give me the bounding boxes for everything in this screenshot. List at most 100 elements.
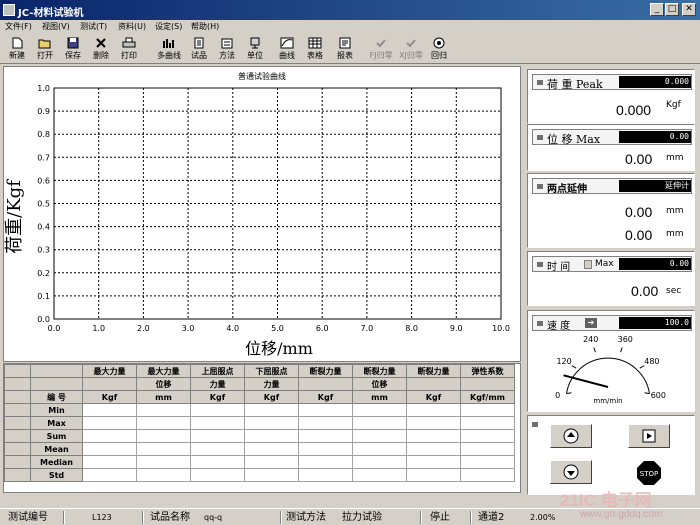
save-button[interactable]: 保存 bbox=[60, 36, 86, 62]
data-cell[interactable] bbox=[460, 403, 515, 417]
column-header[interactable]: 断裂力量 bbox=[352, 364, 407, 378]
data-cell[interactable] bbox=[298, 429, 353, 443]
open-button[interactable]: 打开 bbox=[32, 36, 58, 62]
data-cell[interactable] bbox=[190, 429, 245, 443]
data-cell[interactable] bbox=[244, 442, 299, 456]
data-cell[interactable] bbox=[190, 403, 245, 417]
column-header[interactable]: 断裂力量 bbox=[406, 364, 461, 378]
data-cell[interactable] bbox=[244, 403, 299, 417]
menu-view[interactable]: 视图(V) bbox=[42, 21, 70, 32]
data-cell[interactable] bbox=[136, 468, 191, 482]
print-button[interactable]: 打印 bbox=[116, 36, 142, 62]
extensometer-box[interactable]: 延伸计 bbox=[619, 180, 691, 192]
specimen-button[interactable]: 试品 bbox=[186, 36, 212, 62]
data-cell[interactable] bbox=[406, 416, 461, 430]
move-down-button[interactable] bbox=[550, 460, 592, 484]
data-cell[interactable] bbox=[244, 455, 299, 469]
specimen-label: 试品名称 bbox=[150, 512, 190, 523]
data-cell[interactable] bbox=[406, 442, 461, 456]
peak-panel: 荷 重 Peak 0.000 0.000 Kgf bbox=[527, 69, 695, 124]
column-header[interactable]: 最大力量 bbox=[82, 364, 137, 378]
column-header[interactable]: 弹性系数 bbox=[460, 364, 515, 378]
data-cell[interactable] bbox=[352, 416, 407, 430]
play-button[interactable] bbox=[628, 424, 670, 448]
multi-curve-button[interactable]: 多曲线 bbox=[152, 36, 186, 62]
data-cell[interactable] bbox=[244, 429, 299, 443]
column-header[interactable]: 断裂力量 bbox=[298, 364, 353, 378]
data-cell[interactable] bbox=[190, 442, 245, 456]
data-cell[interactable] bbox=[82, 403, 137, 417]
row-selector[interactable] bbox=[4, 429, 31, 443]
table-row: Sum bbox=[4, 429, 515, 443]
data-cell[interactable] bbox=[406, 455, 461, 469]
table-button[interactable]: 表格 bbox=[302, 36, 328, 62]
curve-button[interactable]: 曲线 bbox=[274, 36, 300, 62]
data-cell[interactable] bbox=[352, 455, 407, 469]
menu-data[interactable]: 资料(U) bbox=[118, 21, 146, 32]
data-cell[interactable] bbox=[82, 429, 137, 443]
data-cell[interactable] bbox=[352, 403, 407, 417]
move-up-button[interactable] bbox=[550, 424, 592, 448]
data-cell[interactable] bbox=[460, 442, 515, 456]
svg-text:STOP: STOP bbox=[640, 470, 658, 478]
data-cell[interactable] bbox=[352, 468, 407, 482]
data-cell[interactable] bbox=[352, 442, 407, 456]
stop-button[interactable]: STOP bbox=[636, 460, 662, 486]
time-mode-toggle[interactable] bbox=[584, 260, 592, 269]
data-cell[interactable] bbox=[460, 429, 515, 443]
row-selector[interactable] bbox=[4, 468, 31, 482]
data-cell[interactable] bbox=[460, 455, 515, 469]
data-cell[interactable] bbox=[136, 442, 191, 456]
data-cell[interactable] bbox=[244, 468, 299, 482]
data-cell[interactable] bbox=[298, 416, 353, 430]
menu-test[interactable]: 测试(T) bbox=[80, 21, 107, 32]
data-cell[interactable] bbox=[136, 429, 191, 443]
close-button[interactable]: ✕ bbox=[682, 3, 696, 16]
data-cell[interactable] bbox=[298, 455, 353, 469]
row-selector[interactable] bbox=[4, 416, 31, 430]
menu-help[interactable]: 帮助(H) bbox=[191, 21, 219, 32]
maximize-button[interactable]: □ bbox=[665, 3, 679, 16]
data-cell[interactable] bbox=[298, 403, 353, 417]
data-cell[interactable] bbox=[82, 468, 137, 482]
menu-file[interactable]: 文件(F) bbox=[5, 21, 32, 32]
speed-box[interactable]: 100.0 bbox=[619, 317, 691, 329]
data-cell[interactable] bbox=[406, 468, 461, 482]
data-cell[interactable] bbox=[190, 455, 245, 469]
data-cell[interactable] bbox=[82, 455, 137, 469]
data-cell[interactable] bbox=[244, 416, 299, 430]
unit-button[interactable]: 单位 bbox=[242, 36, 268, 62]
disp-zero-button[interactable]: XJ归零 bbox=[396, 36, 426, 62]
data-cell[interactable] bbox=[136, 455, 191, 469]
data-cell[interactable] bbox=[190, 416, 245, 430]
force-zero-button[interactable]: FJ归零 bbox=[366, 36, 396, 62]
data-cell[interactable] bbox=[460, 468, 515, 482]
menu-settings[interactable]: 设定(S) bbox=[155, 21, 182, 32]
data-cell[interactable] bbox=[352, 429, 407, 443]
delete-button[interactable]: 删除 bbox=[88, 36, 114, 62]
data-cell[interactable] bbox=[406, 403, 461, 417]
data-cell[interactable] bbox=[406, 429, 461, 443]
data-cell[interactable] bbox=[136, 403, 191, 417]
speed-arrow-icon[interactable]: ➔ bbox=[585, 318, 597, 328]
data-cell[interactable] bbox=[82, 416, 137, 430]
curve-chart[interactable]: 普通试验曲线 0.0 1.0 2.0 3.0 4.0 5.0 6.0 7.0 8.0 9.0 10.… bbox=[4, 67, 520, 361]
row-selector[interactable] bbox=[4, 455, 31, 469]
data-cell[interactable] bbox=[190, 468, 245, 482]
column-header[interactable]: 下屈服点 bbox=[244, 364, 299, 378]
column-header[interactable]: 最大力量 bbox=[136, 364, 191, 378]
method-button[interactable]: 方法 bbox=[214, 36, 240, 62]
data-cell[interactable] bbox=[136, 416, 191, 430]
row-selector[interactable] bbox=[4, 442, 31, 456]
row-selector[interactable] bbox=[4, 403, 31, 417]
report-button[interactable]: 报表 bbox=[332, 36, 358, 62]
column-header[interactable]: 上屈服点 bbox=[190, 364, 245, 378]
return-button[interactable]: 回归 bbox=[426, 36, 452, 62]
data-cell[interactable] bbox=[82, 442, 137, 456]
minimize-button[interactable]: _ bbox=[650, 3, 664, 16]
data-cell[interactable] bbox=[298, 468, 353, 482]
data-cell[interactable] bbox=[298, 442, 353, 456]
data-cell[interactable] bbox=[460, 416, 515, 430]
gauge-tick bbox=[566, 392, 572, 395]
new-button[interactable]: 新建 bbox=[4, 36, 30, 62]
